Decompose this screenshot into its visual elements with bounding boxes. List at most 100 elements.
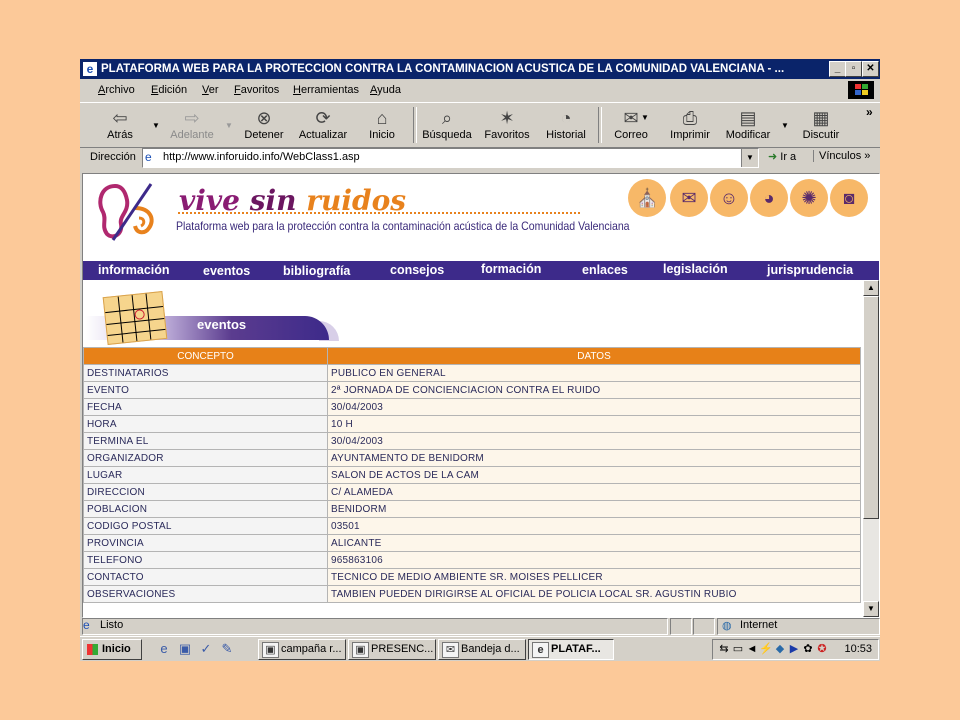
search-button[interactable]: ⌕ Búsqueda bbox=[417, 105, 477, 141]
inbox-icon: ✉ bbox=[442, 642, 459, 658]
event-table-wrapper: CONCEPTO DATOS DESTINATARIOS PUBLICO EN G… bbox=[83, 347, 862, 617]
minimize-button[interactable]: _ bbox=[829, 61, 846, 77]
forward-dropdown-icon[interactable]: ▼ bbox=[225, 121, 233, 130]
acrobat-tray-icon[interactable]: ✪ bbox=[815, 642, 829, 656]
nav-informacion[interactable]: información bbox=[98, 262, 170, 279]
go-button[interactable]: ➜ Ir a bbox=[768, 150, 796, 163]
back-button[interactable]: ⇦ Atrás bbox=[90, 105, 150, 141]
start-button[interactable]: Inicio bbox=[82, 639, 142, 660]
close-button[interactable]: ✕ bbox=[862, 61, 879, 77]
power-tray-icon[interactable]: ⚡ bbox=[759, 642, 773, 656]
browser-window: e PLATAFORMA WEB PARA LA PROTECCION CONT… bbox=[80, 59, 880, 661]
go-label: Ir a bbox=[780, 151, 797, 163]
nav-legislacion[interactable]: legislación bbox=[663, 261, 728, 278]
task-label: Bandeja d... bbox=[461, 643, 520, 655]
row-key: TERMINA EL bbox=[83, 432, 328, 450]
menu-edicion[interactable]: Edición bbox=[151, 80, 187, 101]
volume-tray-icon[interactable]: ◄ bbox=[745, 642, 759, 656]
network-tray-icon[interactable]: ⇆ bbox=[717, 642, 731, 656]
section-title: eventos bbox=[197, 317, 247, 332]
start-label: Inicio bbox=[102, 643, 131, 655]
outlook-quicklaunch-icon[interactable]: ✓ bbox=[198, 641, 214, 657]
calendar-icon bbox=[102, 290, 168, 346]
forward-label: Adelante bbox=[170, 129, 214, 141]
table-row: EVENTO 2ª JORNADA DE CONCIENCIACION CONTR… bbox=[83, 381, 861, 399]
links-button[interactable]: Vínculos » bbox=[813, 150, 870, 162]
nav-bibliografia[interactable]: bibliografía bbox=[283, 263, 350, 280]
table-row: PROVINCIA ALICANTE bbox=[83, 534, 861, 552]
antivirus-tray-icon[interactable]: ◆ bbox=[773, 642, 787, 656]
printer-icon: ⎙ bbox=[682, 108, 698, 128]
task-plataforma[interactable]: e PLATAF... bbox=[528, 639, 614, 660]
row-key: LUGAR bbox=[83, 466, 328, 484]
stop-button[interactable]: ⊗ Detener bbox=[234, 105, 294, 141]
paper-plane-icon[interactable]: ✉ bbox=[670, 179, 708, 217]
task-campana[interactable]: ▣ campaña r... bbox=[258, 639, 346, 660]
menu-ayuda[interactable]: Ayuda bbox=[370, 80, 401, 101]
row-value: SALON DE ACTOS DE LA CAM bbox=[327, 466, 861, 484]
discuss-button[interactable]: ▦ Discutir bbox=[791, 105, 851, 141]
mail-button[interactable]: ✉ Correo bbox=[601, 105, 661, 141]
home-button[interactable]: ⌂ Inicio bbox=[352, 105, 412, 141]
history-button[interactable]: ◔ Historial bbox=[536, 105, 596, 141]
row-key: FECHA bbox=[83, 398, 328, 416]
messenger-tray-icon[interactable]: ✿ bbox=[801, 642, 815, 656]
row-key: CODIGO POSTAL bbox=[83, 517, 328, 535]
refresh-button[interactable]: ⟳ Actualizar bbox=[293, 105, 353, 141]
pie-chart-icon[interactable]: ◕ bbox=[750, 179, 788, 217]
gear-icon[interactable]: ✺ bbox=[790, 179, 828, 217]
table-row: OBSERVACIONES TAMBIEN PUEDEN DIRIGIRSE AL… bbox=[83, 585, 861, 603]
task-presenc[interactable]: ▣ PRESENC... bbox=[348, 639, 436, 660]
security-zone: Internet bbox=[740, 619, 778, 631]
maximize-button[interactable]: ▫ bbox=[845, 61, 862, 77]
address-input[interactable]: e http://www.inforuido.info/WebClass1.as… bbox=[142, 148, 759, 168]
system-tray: ⇆ ▭ ◄ ⚡ ◆ ▶ ✿ ✪ 10:53 bbox=[712, 639, 879, 660]
task-bandeja[interactable]: ✉ Bandeja d... bbox=[438, 639, 526, 660]
speaker-icon[interactable]: ◙ bbox=[830, 179, 868, 217]
nav-enlaces[interactable]: enlaces bbox=[582, 262, 628, 279]
desktop-quicklaunch-icon[interactable]: ▣ bbox=[177, 641, 193, 657]
favorites-icon: ✶ bbox=[499, 108, 515, 128]
print-button[interactable]: ⎙ Imprimir bbox=[660, 105, 720, 141]
table-row: LUGAR SALON DE ACTOS DE LA CAM bbox=[83, 466, 861, 484]
battery-tray-icon[interactable]: ▭ bbox=[731, 642, 745, 656]
menu-herramientas[interactable]: Herramientas bbox=[293, 80, 359, 101]
edit-dropdown-icon[interactable]: ▼ bbox=[781, 121, 789, 130]
nav-eventos[interactable]: eventos bbox=[203, 263, 250, 280]
app-quicklaunch-icon[interactable]: ✎ bbox=[219, 641, 235, 657]
nav-jurisprudencia[interactable]: jurisprudencia bbox=[767, 262, 853, 279]
back-label: Atrás bbox=[107, 129, 133, 141]
nav-formacion[interactable]: formación bbox=[481, 261, 541, 278]
ie-quicklaunch-icon[interactable]: e bbox=[156, 641, 172, 657]
address-dropdown-icon[interactable]: ▼ bbox=[741, 149, 758, 167]
scroll-down-icon[interactable]: ▼ bbox=[863, 601, 879, 617]
favorites-button[interactable]: ✶ Favoritos bbox=[477, 105, 537, 141]
scroll-thumb[interactable] bbox=[863, 296, 879, 519]
taskbar: Inicio e ▣ ✓ ✎ ▣ campaña r... ▣ PRESENC.… bbox=[80, 636, 880, 661]
row-key: EVENTO bbox=[83, 381, 328, 399]
nav-consejos[interactable]: consejos bbox=[390, 262, 444, 279]
row-value: 965863106 bbox=[327, 551, 861, 569]
page-icon: e bbox=[145, 150, 152, 164]
site-subtitle: Plataforma web para la protección contra… bbox=[176, 219, 630, 233]
back-dropdown-icon[interactable]: ▼ bbox=[152, 121, 160, 130]
church-icon[interactable]: ⛪ bbox=[628, 179, 666, 217]
ie-icon: e bbox=[532, 642, 549, 658]
person-icon[interactable]: ☺ bbox=[710, 179, 748, 217]
site-nav: información eventos bibliografía consejo… bbox=[83, 261, 879, 280]
row-key: DIRECCION bbox=[83, 483, 328, 501]
mail-dropdown-icon[interactable]: ▼ bbox=[641, 113, 649, 122]
title-bar[interactable]: e PLATAFORMA WEB PARA LA PROTECCION CONT… bbox=[80, 59, 880, 79]
menu-archivo[interactable]: Archivo bbox=[98, 80, 135, 101]
vertical-scrollbar[interactable]: ▲ ▼ bbox=[863, 280, 879, 617]
scroll-up-icon[interactable]: ▲ bbox=[863, 280, 879, 296]
menu-favoritos[interactable]: Favoritos bbox=[234, 80, 279, 101]
windows-flag-icon bbox=[87, 644, 98, 655]
row-value: 03501 bbox=[327, 517, 861, 535]
edit-button[interactable]: ▤ Modificar bbox=[718, 105, 778, 141]
display-tray-icon[interactable]: ▶ bbox=[787, 642, 801, 656]
mail-icon: ✉ bbox=[623, 108, 639, 128]
toolbar-more-chevron-icon[interactable]: » bbox=[866, 105, 873, 119]
forward-button[interactable]: ⇨ Adelante bbox=[162, 105, 222, 141]
menu-ver[interactable]: Ver bbox=[202, 80, 219, 101]
